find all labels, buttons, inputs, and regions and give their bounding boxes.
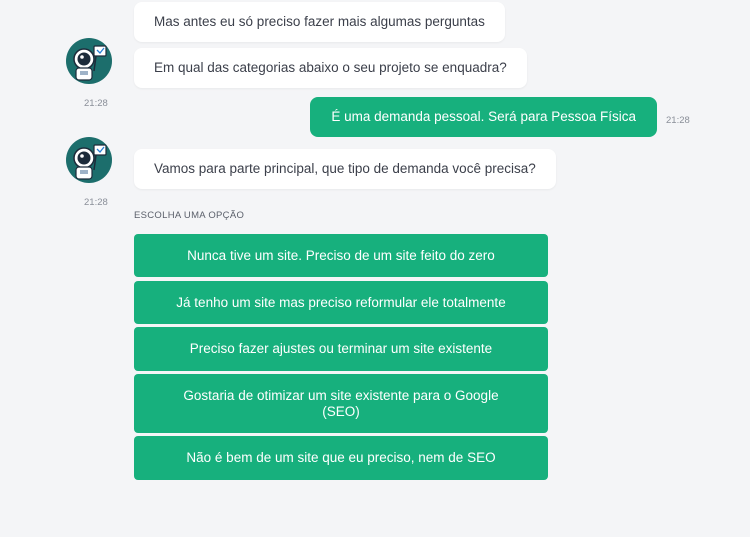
option-button-other[interactable]: Não é bem de um site que eu preciso, nem… — [134, 436, 548, 480]
user-message: É uma demanda pessoal. Será para Pessoa … — [310, 97, 657, 137]
message-timestamp: 21:28 — [84, 197, 108, 208]
astronaut-avatar-icon — [65, 136, 113, 184]
bot-message: Vamos para parte principal, que tipo de … — [134, 149, 556, 189]
bot-message: Em qual das categorias abaixo o seu proj… — [134, 48, 527, 88]
option-button-seo[interactable]: Gostaria de otimizar um site existente p… — [134, 374, 548, 433]
option-button-redesign-site[interactable]: Já tenho um site mas preciso reformular … — [134, 281, 548, 324]
message-timestamp: 21:28 — [666, 115, 690, 126]
bot-message: Mas antes eu só preciso fazer mais algum… — [134, 2, 505, 42]
astronaut-avatar-icon — [65, 37, 113, 85]
choose-option-label: ESCOLHA UMA OPÇÃO — [134, 210, 245, 221]
option-button-new-site[interactable]: Nunca tive um site. Preciso de um site f… — [134, 234, 548, 277]
option-button-adjust-site[interactable]: Preciso fazer ajustes ou terminar um sit… — [134, 327, 548, 371]
message-timestamp: 21:28 — [84, 98, 108, 109]
